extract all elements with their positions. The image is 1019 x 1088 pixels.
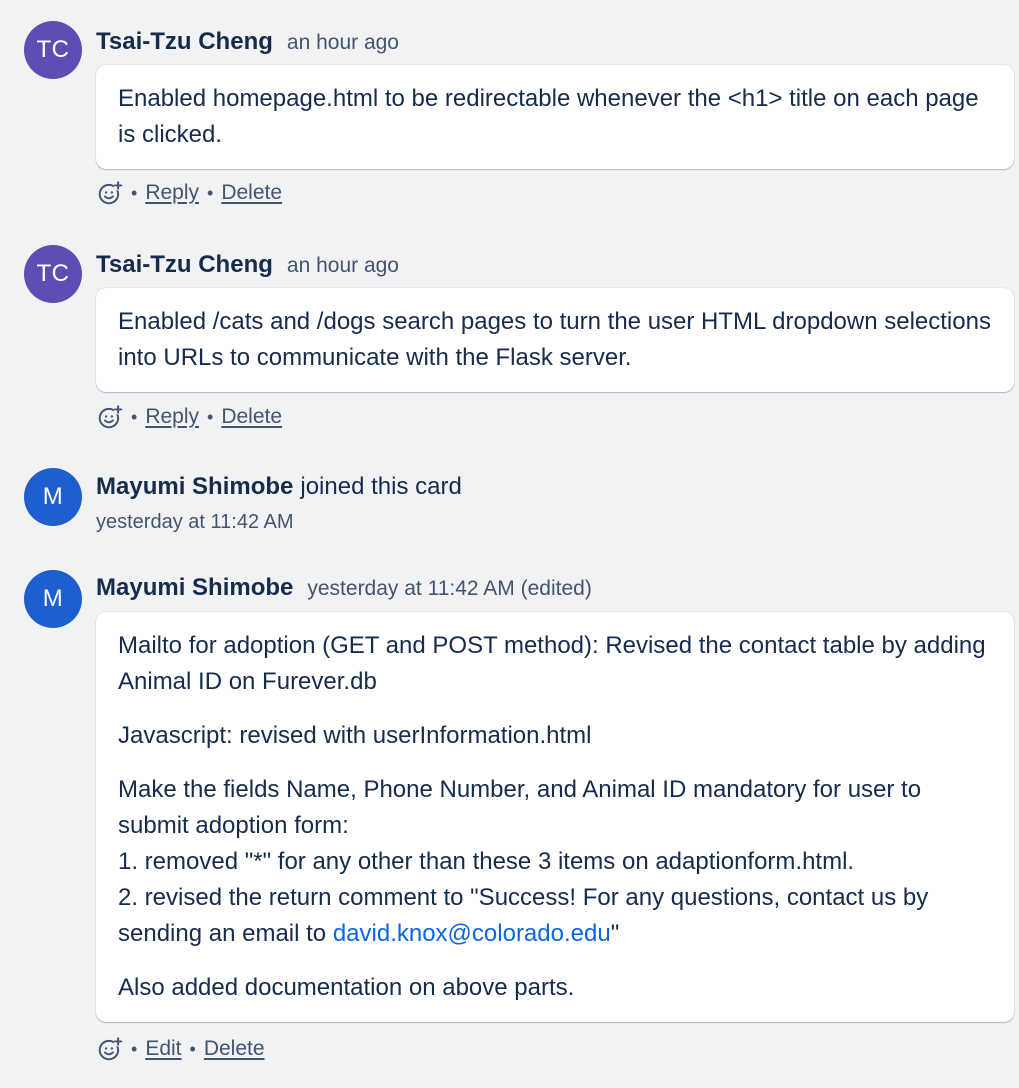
comment-line: Make the fields Name, Phone Number, and … xyxy=(118,776,922,839)
comment-timestamp[interactable]: an hour ago xyxy=(287,254,399,278)
comment-paragraph: Javascript: revised with userInformation… xyxy=(118,722,592,749)
add-reaction-icon[interactable] xyxy=(97,404,123,430)
avatar[interactable]: TC xyxy=(24,245,82,303)
comment-header: Tsai-Tzu Cheng an hour ago xyxy=(96,251,399,279)
comment-paragraph: Enabled homepage.html to be redirectable… xyxy=(118,85,979,148)
event-header: Mayumi Shimobe joined this card xyxy=(96,473,462,501)
avatar[interactable]: M xyxy=(24,570,82,628)
delete-button[interactable]: Delete xyxy=(221,181,282,205)
comment-body[interactable]: Enabled homepage.html to be redirectable… xyxy=(96,65,1014,169)
comment-line: 1. removed "*" for any other than these … xyxy=(118,848,855,875)
comment-paragraph: Also added documentation on above parts. xyxy=(118,974,575,1001)
comment-paragraph: Make the fields Name, Phone Number, and … xyxy=(118,772,992,952)
author-name[interactable]: Mayumi Shimobe xyxy=(96,574,293,602)
author-name[interactable]: Tsai-Tzu Cheng xyxy=(96,251,273,279)
separator: • xyxy=(131,406,138,427)
add-reaction-icon[interactable] xyxy=(97,1036,123,1062)
comment-body[interactable]: Mailto for adoption (GET and POST method… xyxy=(96,612,1014,1022)
event-timestamp[interactable]: yesterday at 11:42 AM xyxy=(96,511,294,534)
avatar[interactable]: M xyxy=(24,468,82,526)
delete-button[interactable]: Delete xyxy=(204,1037,265,1061)
comment-timestamp[interactable]: yesterday at 11:42 AM (edited) xyxy=(307,577,591,601)
comment-header: Mayumi Shimobe yesterday at 11:42 AM (ed… xyxy=(96,574,592,602)
reply-button[interactable]: Reply xyxy=(145,405,199,429)
card-activity-feed: TC Tsai-Tzu Cheng an hour ago Enabled ho… xyxy=(0,0,1019,1088)
author-name[interactable]: Mayumi Shimobe xyxy=(96,473,293,501)
event-text: joined this card xyxy=(300,473,462,500)
delete-button[interactable]: Delete xyxy=(221,405,282,429)
comment-paragraph: Enabled /cats and /dogs search pages to … xyxy=(118,308,991,371)
separator: • xyxy=(131,1038,138,1059)
separator: • xyxy=(131,182,138,203)
comment-timestamp[interactable]: an hour ago xyxy=(287,31,399,55)
comment-actions: • Reply • Delete xyxy=(97,180,282,206)
avatar[interactable]: TC xyxy=(24,21,82,79)
separator: • xyxy=(207,182,214,203)
edit-button[interactable]: Edit xyxy=(145,1037,181,1061)
comment-line: " xyxy=(610,920,620,947)
separator: • xyxy=(207,406,214,427)
comment-actions: • Reply • Delete xyxy=(97,404,282,430)
comment-paragraph: Mailto for adoption (GET and POST method… xyxy=(118,632,986,695)
author-name[interactable]: Tsai-Tzu Cheng xyxy=(96,28,273,56)
separator: • xyxy=(189,1038,196,1059)
email-link[interactable]: david.knox@colorado.edu xyxy=(333,920,611,947)
comment-actions: • Edit • Delete xyxy=(97,1036,265,1062)
comment-body[interactable]: Enabled /cats and /dogs search pages to … xyxy=(96,288,1014,392)
comment-header: Tsai-Tzu Cheng an hour ago xyxy=(96,28,399,56)
reply-button[interactable]: Reply xyxy=(145,181,199,205)
add-reaction-icon[interactable] xyxy=(97,180,123,206)
